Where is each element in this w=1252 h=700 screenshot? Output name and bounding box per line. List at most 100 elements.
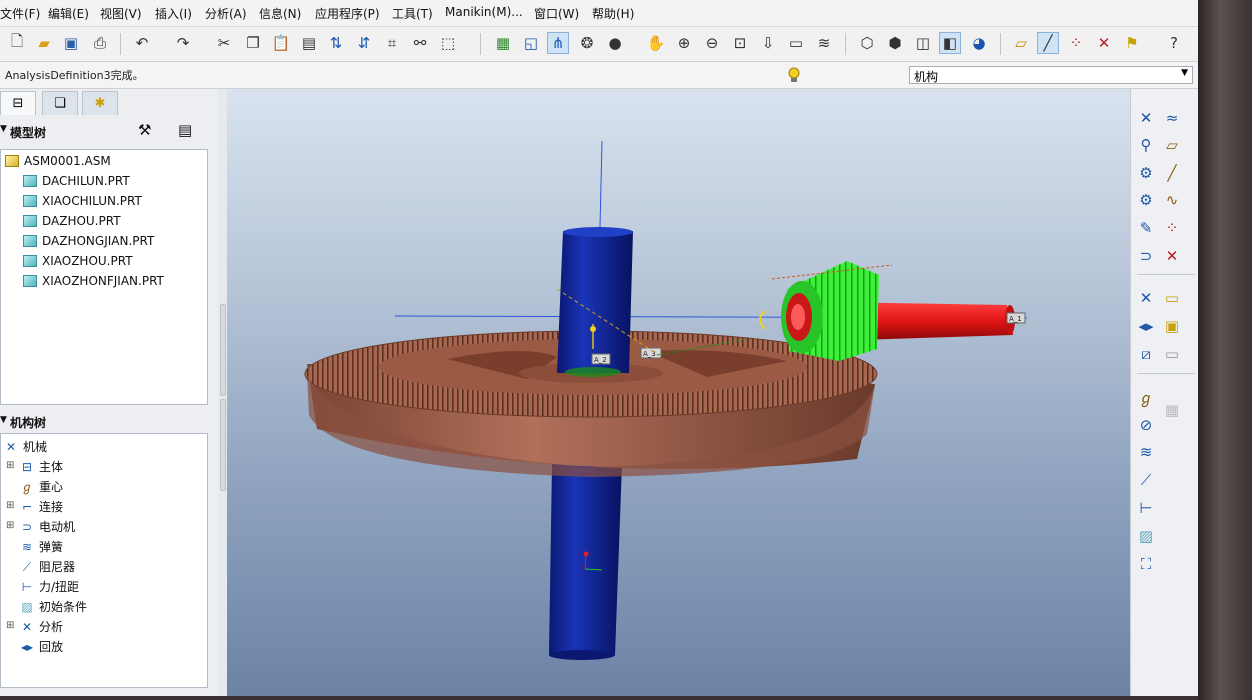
enhanced-realism-icon[interactable]: ◕ [968,32,990,54]
panel-splitter[interactable] [218,89,227,696]
mech-item-connection[interactable]: ⌐ 连接 [19,498,63,516]
wireframe-icon[interactable]: ⬡ [856,32,878,54]
gravity-tool-icon[interactable]: ⚲ [1135,134,1157,156]
status-lightbulb-icon[interactable] [786,66,802,84]
mech-item-damper[interactable]: ⟋ 阻尼器 [19,558,75,576]
tree-root[interactable]: ASM0001.ASM [5,154,111,172]
orient-icon[interactable]: ◱ [520,32,542,54]
mech-item-gravity[interactable]: ℊ 重心 [19,478,63,496]
mech-item-body[interactable]: ⊟ 主体 [19,458,63,476]
slot-icon[interactable]: ▱ [1161,134,1183,156]
repaint-icon[interactable]: ▦ [492,32,514,54]
zoom-in-icon[interactable]: ⊕ [673,32,695,54]
menu-edit[interactable]: 编辑(E) [48,5,89,22]
regenerate-icon[interactable]: ⇅ [325,32,347,54]
shading-icon[interactable]: ◧ [939,32,961,54]
belt-icon[interactable]: ╱ [1161,162,1183,184]
mech-item-analysis[interactable]: ✕ 分析 [19,618,63,636]
menu-window[interactable]: 窗口(W) [534,5,579,22]
note-icon[interactable]: ▭ [1161,287,1183,309]
show-icon[interactable]: ▤ [178,121,192,139]
expand-icon[interactable]: ⊞ [6,460,14,471]
save-icon[interactable]: ▣ [60,32,82,54]
no-hidden-icon[interactable]: ◫ [912,32,934,54]
pan-icon[interactable]: ✋ [645,32,667,54]
cross-icon[interactable]: ✕ [1161,245,1183,267]
layer-stack-icon[interactable]: ≋ [813,32,835,54]
collapse-icon[interactable]: ▼ [0,124,7,134]
upper-shaft[interactable] [557,231,633,373]
binoculars-icon[interactable]: ⚯ [409,32,431,54]
collapse-icon[interactable]: ▼ [0,415,7,425]
tree-item[interactable]: DAZHOU.PRT [23,214,121,232]
gear-pair-icon[interactable]: ⚙ [1135,162,1157,184]
analysis-tool-icon[interactable]: ✕ [1135,287,1157,309]
model-tree-tab[interactable]: ⊟ [0,91,36,115]
mech-item-initial[interactable]: ▨ 初始条件 [19,598,87,616]
selection-filter-dropdown[interactable]: 机构 ▼ [909,66,1193,84]
expand-icon[interactable]: ⊞ [6,500,14,511]
table-icon[interactable]: ▦ [1161,399,1183,421]
cut-icon[interactable]: ✂ [213,32,235,54]
menu-info[interactable]: 信息(N) [259,5,301,22]
new-file-icon[interactable]: 🗋 [6,32,28,54]
menu-manikin[interactable]: Manikin(M)... [445,5,523,19]
tree-item[interactable]: XIAOCHILUN.PRT [23,194,142,212]
datum-axis-icon[interactable]: ╱ [1037,32,1059,54]
menu-tools[interactable]: 工具(T) [392,5,433,22]
drag-icon[interactable]: ✎ [1135,217,1157,239]
copy-icon[interactable]: ❐ [242,32,264,54]
find-icon[interactable]: ⌗ [381,32,403,54]
trace-icon[interactable]: ▭ [1161,343,1183,365]
datum-point-icon[interactable]: ⁘ [1065,32,1087,54]
spin-center-icon[interactable]: ⋔ [547,32,569,54]
undo-icon[interactable]: ↶ [131,32,153,54]
bearing-icon[interactable]: ⛶ [1135,553,1157,575]
redo-icon[interactable]: ↷ [172,32,194,54]
settings-icon[interactable]: ⚒ [138,121,151,139]
named-view-icon[interactable]: ▭ [785,32,807,54]
datum-plane-icon[interactable]: ▱ [1010,32,1032,54]
cam-icon[interactable]: ≈ [1161,107,1183,129]
playback-tool-icon[interactable]: ◂▸ [1135,315,1157,337]
mech-item-spring[interactable]: ≋ 弹簧 [19,538,63,556]
curve-icon[interactable]: ∿ [1161,189,1183,211]
saved-view-icon[interactable]: ⇩ [757,32,779,54]
mass-icon[interactable]: ℊ [1135,386,1157,408]
menu-file[interactable]: 文件(F) [0,5,40,22]
print-icon[interactable]: ⎙ [89,32,111,54]
tree-item[interactable]: XIAOZHOU.PRT [23,254,133,272]
select-box-icon[interactable]: ⬚ [437,32,459,54]
context-help-icon[interactable]: ? [1163,32,1185,54]
initial-icon[interactable]: ▨ [1135,525,1157,547]
sphere-icon[interactable]: ● [604,32,626,54]
expand-icon[interactable]: ⊞ [6,620,14,631]
mech-item-playback[interactable]: ◂▸ 回放 [19,638,63,656]
force-icon[interactable]: ⊘ [1135,414,1157,436]
paste-special-icon[interactable]: ▤ [298,32,320,54]
tree-item[interactable]: XIAOZHONFJIAN.PRT [23,274,164,292]
point-icon[interactable]: ⁘ [1161,217,1183,239]
servo-motor-icon[interactable]: ✕ [1135,107,1157,129]
regenerate-manager-icon[interactable]: ⇵ [353,32,375,54]
annotation-icon[interactable]: ⚑ [1121,32,1143,54]
mech-item-force[interactable]: ⊢ 力/扭距 [19,578,79,596]
torque-icon[interactable]: ⊢ [1135,497,1157,519]
coord-sys-icon[interactable]: ✕ [1093,32,1115,54]
zoom-out-icon[interactable]: ⊖ [701,32,723,54]
menu-applications[interactable]: 应用程序(P) [315,5,380,22]
splitter-handle[interactable] [220,304,226,396]
tree-item[interactable]: DACHILUN.PRT [23,174,130,192]
splitter-handle[interactable] [220,399,226,491]
layer-tree-tab[interactable]: ❏ [42,91,78,115]
spring2-icon[interactable]: ≋ [1135,441,1157,463]
hidden-line-icon[interactable]: ⬢ [884,32,906,54]
menu-insert[interactable]: 插入(I) [155,5,192,22]
expand-icon[interactable]: ⊞ [6,520,14,531]
measure-icon[interactable]: ▣ [1161,315,1183,337]
menu-analysis[interactable]: 分析(A) [205,5,247,22]
menu-help[interactable]: 帮助(H) [592,5,634,22]
mech-root[interactable]: ✕ 机械 [3,438,47,456]
layers-icon[interactable]: ❂ [576,32,598,54]
open-folder-icon[interactable]: ▰ [33,32,55,54]
